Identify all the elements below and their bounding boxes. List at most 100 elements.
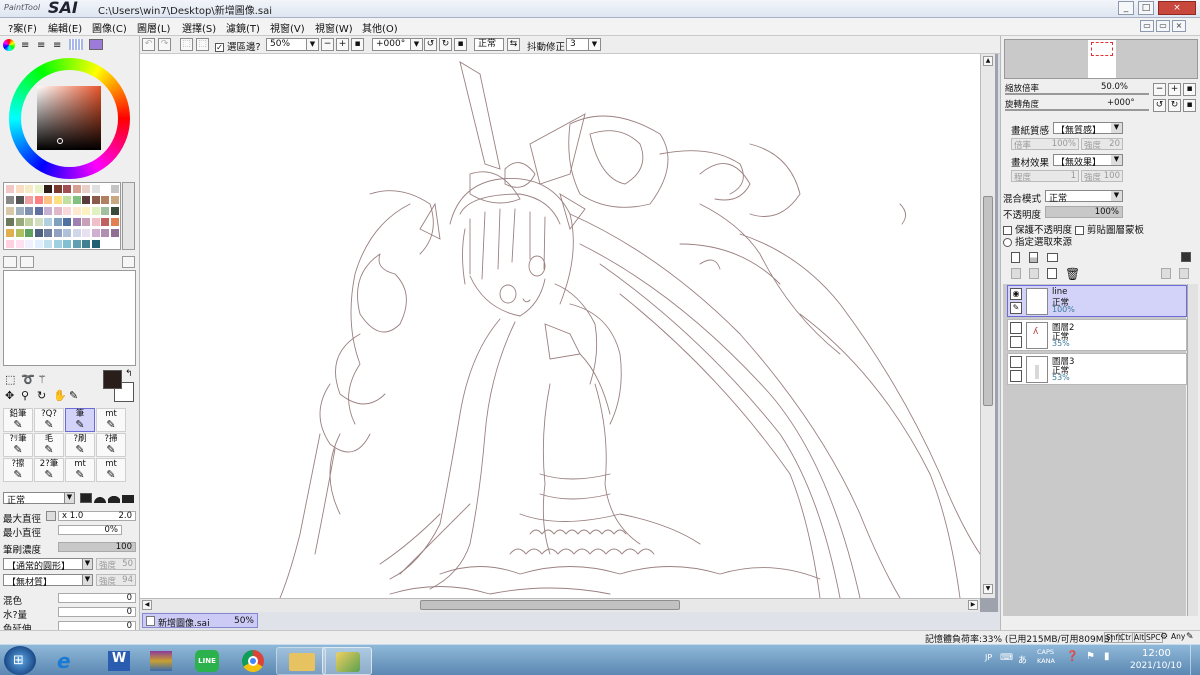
palette-swatch[interactable] xyxy=(91,207,100,215)
brush-tool-slot[interactable]: ?ﾘ筆 ✎ xyxy=(3,433,33,457)
palette-swatch[interactable] xyxy=(25,196,33,204)
palette-swatch[interactable] xyxy=(25,240,33,248)
new-folder-icon[interactable] xyxy=(1047,253,1058,262)
palette-swatch[interactable] xyxy=(101,185,109,193)
palette-swatch[interactable] xyxy=(101,218,109,226)
palette-swatch[interactable] xyxy=(6,196,14,204)
menu-file[interactable]: ?案(F) xyxy=(8,20,37,35)
menu-filter[interactable]: 濾鏡(T) xyxy=(226,20,260,35)
palette-swatch[interactable] xyxy=(15,229,24,237)
palette-swatch[interactable] xyxy=(91,218,100,226)
palette-swatch[interactable] xyxy=(44,240,52,248)
palette-swatch[interactable] xyxy=(15,185,24,193)
delete-layer-icon[interactable]: 🗑 xyxy=(1065,267,1080,281)
palette-swatch[interactable] xyxy=(25,229,33,237)
brush-tool-slot[interactable]: mt ✎ xyxy=(96,458,126,482)
palette-swatch[interactable] xyxy=(25,185,33,193)
layer-row[interactable]: ◉ ✎ line 正常 100% xyxy=(1007,285,1187,317)
horizontal-scrollbar[interactable]: ◀ ▶ xyxy=(140,598,980,612)
scroll-right-icon[interactable]: ▶ xyxy=(968,600,978,610)
palette-swatch[interactable] xyxy=(101,229,109,237)
layer-row[interactable]: 圖層3 正常 53% xyxy=(1007,353,1187,385)
eye-icon[interactable]: ◉ xyxy=(1010,288,1022,300)
tray-flag-icon[interactable]: ⚑ xyxy=(1086,651,1095,662)
layer-option-2-icon[interactable] xyxy=(1179,268,1189,279)
line-taskbar-button[interactable]: LINE xyxy=(182,647,232,675)
brush-texture-select[interactable]: 【無材質】 xyxy=(3,574,93,588)
palette-swatch[interactable] xyxy=(15,218,24,226)
brush-tool-slot[interactable]: mt ✎ xyxy=(96,408,126,432)
tray-network-icon[interactable]: ▮ xyxy=(1104,651,1110,662)
clock-time[interactable]: 12:00 xyxy=(1142,648,1171,659)
zoom-reset-button[interactable]: ▪ xyxy=(351,38,364,51)
palette-swatch[interactable] xyxy=(44,196,52,204)
brush-tool-slot[interactable]: ?刷 ✎ xyxy=(65,433,95,457)
sai-taskbar-button[interactable] xyxy=(322,647,372,675)
scroll-left-icon[interactable]: ◀ xyxy=(142,600,152,610)
water-slider[interactable]: 0 xyxy=(58,607,136,617)
nav-rotate-reset-button[interactable]: ▪ xyxy=(1183,99,1196,112)
selection-source-option[interactable]: 指定選取來源 xyxy=(1003,234,1072,248)
new-layer-icon[interactable] xyxy=(1011,252,1020,263)
palette-swatch[interactable] xyxy=(110,196,119,204)
density-slider[interactable]: 100 xyxy=(58,542,136,552)
magic-wand-icon[interactable]: ⚚ xyxy=(37,373,47,386)
blend-slider[interactable]: 0 xyxy=(58,593,136,603)
layer-list-scrollbar[interactable] xyxy=(1187,284,1198,616)
scratchpad-toggle-icon[interactable] xyxy=(89,39,103,50)
chevron-down-icon[interactable]: ▼ xyxy=(306,38,319,51)
palette-swatch[interactable] xyxy=(82,218,90,226)
palette-scrollbar[interactable] xyxy=(122,182,135,250)
chevron-down-icon[interactable]: ▼ xyxy=(1111,123,1122,133)
tray-help-icon[interactable]: ❓ xyxy=(1066,651,1078,662)
scroll-down-icon[interactable]: ▼ xyxy=(983,584,993,594)
swatch-palette[interactable] xyxy=(3,182,121,250)
opacity-slider[interactable]: 100% xyxy=(1045,206,1123,218)
chevron-down-icon[interactable]: ▼ xyxy=(1111,155,1122,165)
brush-tool-slot[interactable]: ?掃 ✎ xyxy=(96,433,126,457)
palette-swatch[interactable] xyxy=(91,196,100,204)
rotate-icon[interactable]: ↻ xyxy=(37,389,46,402)
max-size-slider[interactable]: x 1.0 2.0 xyxy=(58,511,136,521)
size-multiplier-button[interactable] xyxy=(46,511,56,521)
menu-window[interactable]: 視窗(W) xyxy=(315,20,353,35)
scratch-clear-button[interactable] xyxy=(122,256,135,268)
brush-tool-slot[interactable]: ?擦 ✎ xyxy=(3,458,33,482)
palette-swatch[interactable] xyxy=(91,185,100,193)
palette-swatch[interactable] xyxy=(63,229,71,237)
brush-tip-round-icon[interactable] xyxy=(94,493,106,503)
zoom-icon[interactable]: ⚲ xyxy=(21,389,29,402)
move-icon[interactable]: ✥ xyxy=(5,389,14,402)
menu-edit[interactable]: 編輯(E) xyxy=(48,20,82,35)
ime-indicator[interactable]: JP xyxy=(985,653,992,662)
rotate-reset-button[interactable]: ▪ xyxy=(454,38,467,51)
eyedropper-icon[interactable]: ✎ xyxy=(69,389,78,402)
nav-zoom-in-button[interactable]: + xyxy=(1168,83,1181,96)
palette-swatch[interactable] xyxy=(91,229,100,237)
brush-tip-hard-icon[interactable] xyxy=(80,493,92,503)
chrome-taskbar-button[interactable] xyxy=(228,647,278,675)
palette-swatch[interactable] xyxy=(82,240,90,248)
layer-row[interactable]: ʎ 圖層2 正常 35% xyxy=(1007,319,1187,351)
palette-swatch[interactable] xyxy=(101,207,109,215)
palette-swatch[interactable] xyxy=(15,240,24,248)
palette-swatch[interactable] xyxy=(34,229,43,237)
chevron-down-icon[interactable]: ▼ xyxy=(410,38,423,51)
nav-zoom-out-button[interactable]: − xyxy=(1153,83,1166,96)
scratch-redo-button[interactable] xyxy=(20,256,34,268)
palette-swatch[interactable] xyxy=(101,196,109,204)
scratch-undo-button[interactable] xyxy=(3,256,17,268)
rgb-slider-icon[interactable]: ≡ xyxy=(21,40,29,51)
undo-button[interactable]: ↶ xyxy=(142,38,155,51)
chevron-down-icon[interactable]: ▼ xyxy=(82,559,92,569)
primary-color-swatch[interactable] xyxy=(103,370,122,389)
palette-swatch[interactable] xyxy=(25,218,33,226)
swap-colors-icon[interactable]: ↰ xyxy=(125,369,133,379)
palette-swatch[interactable] xyxy=(82,207,90,215)
pen-lock-icon[interactable]: ✎ xyxy=(1010,302,1022,314)
palette-swatch[interactable] xyxy=(53,240,62,248)
chevron-down-icon[interactable]: ▼ xyxy=(1111,191,1122,201)
color-wheel-toggle-icon[interactable] xyxy=(3,39,15,51)
brush-shape-select[interactable]: 【通常的圓形】 xyxy=(3,558,93,572)
chevron-down-icon[interactable]: ▼ xyxy=(64,493,74,503)
